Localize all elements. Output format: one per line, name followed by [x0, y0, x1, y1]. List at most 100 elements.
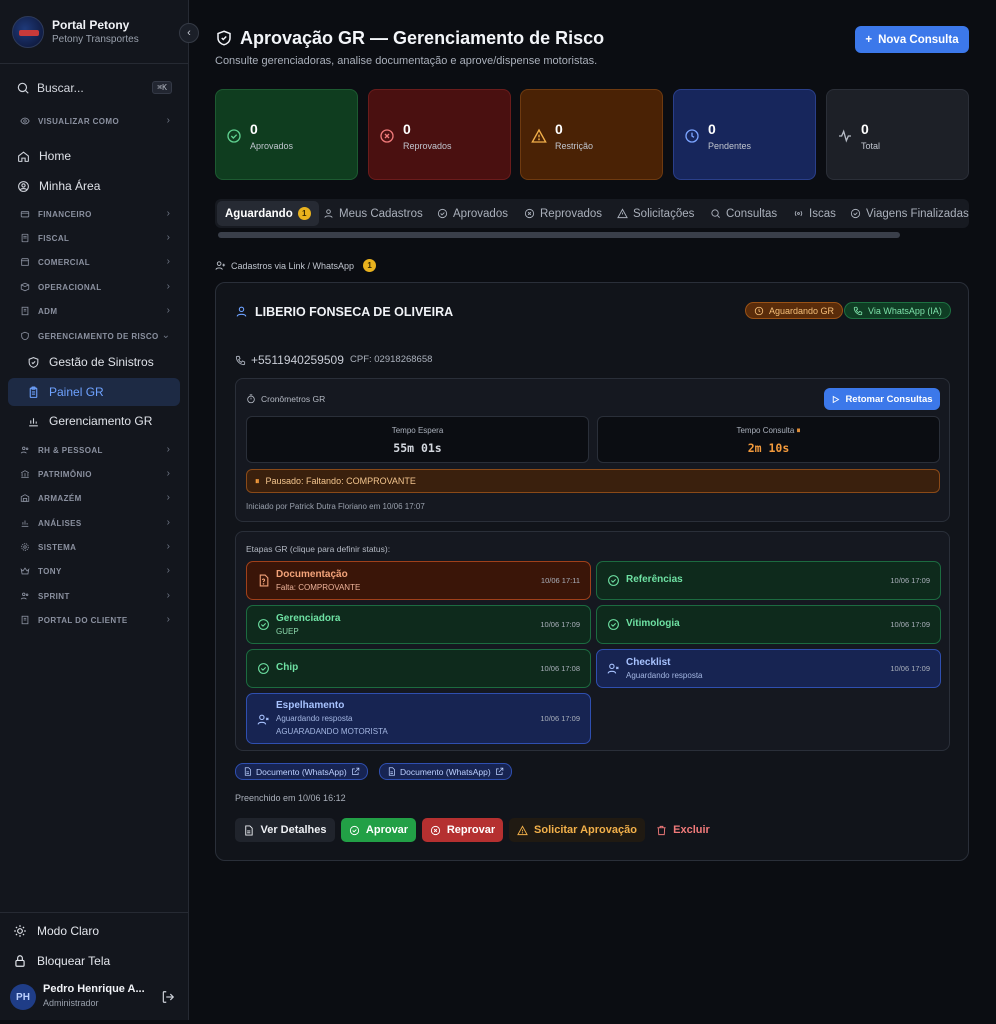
step-referencias[interactable]: Referências 10/06 17:09 [596, 561, 941, 600]
step-time: 10/06 17:09 [540, 620, 580, 629]
sidebar-item-sprint[interactable]: SPRINT › [8, 584, 180, 608]
tab-consultas[interactable]: Consultas [710, 199, 777, 228]
sidebar-item-adm[interactable]: ADM › [8, 299, 180, 323]
x-circle-icon [430, 825, 440, 835]
sidebar-item-operacional[interactable]: OPERACIONAL › [8, 275, 180, 299]
search-icon [17, 82, 29, 94]
aprovar-button[interactable]: Aprovar [341, 818, 416, 842]
tab-aprovados[interactable]: Aprovados [437, 199, 508, 228]
sidebar-item-label: PORTAL DO CLIENTE [38, 615, 128, 625]
avatar: PH [10, 984, 36, 1010]
document-link[interactable]: Documento (WhatsApp) [235, 763, 368, 780]
user-plus-icon [215, 261, 226, 270]
box-icon [18, 280, 32, 294]
retomar-consultas-button[interactable]: Retomar Consultas [824, 388, 940, 410]
sidebar-item-label: FINANCEIRO [38, 209, 92, 219]
step-documentacao[interactable]: Documentação Falta: COMPROVANTE 10/06 17… [246, 561, 591, 600]
status-tabs: Aguardando 1 Meus Cadastros Aprovados Re… [215, 199, 969, 228]
app: Portal Petony Petony Transportes Buscar.… [0, 0, 996, 1024]
step-espelhamento[interactable]: Espelhamento Aguardando resposta AGUARAD… [246, 693, 591, 744]
divider [0, 63, 189, 64]
section-header: Cadastros via Link / WhatsApp 1 [215, 259, 377, 272]
tab-aguardando[interactable]: Aguardando 1 [217, 201, 319, 226]
tabs-scrollbar[interactable] [218, 232, 900, 238]
timer-value: 2m 10s [747, 441, 790, 455]
document-link[interactable]: Documento (WhatsApp) [379, 763, 512, 780]
search-button[interactable]: Buscar... ⌘K [8, 76, 180, 100]
chevron-right-icon: › [166, 541, 170, 552]
tab-iscas[interactable]: Iscas [793, 199, 836, 228]
source-badge: Via WhatsApp (IA) [844, 302, 951, 319]
tab-meus-cadastros[interactable]: Meus Cadastros [323, 199, 423, 228]
sidebar-item-label: TONY [38, 566, 62, 576]
sidebar-item-gerenciamento-de-risco[interactable]: GERENCIAMENTO DE RISCO ⌄ [8, 324, 180, 348]
new-consulta-button[interactable]: + Nova Consulta [855, 26, 969, 53]
logout-icon[interactable] [161, 990, 175, 1004]
sidebar-item-analises[interactable]: ANÁLISES › [8, 511, 180, 535]
solicitar-aprovacao-button[interactable]: Solicitar Aprovação [509, 818, 645, 842]
sidebar-item-visualizar-como[interactable]: VISUALIZAR COMO › [8, 109, 180, 133]
phone-number: +5511940259509 [251, 353, 344, 367]
sidebar-item-portal-do-cliente[interactable]: PORTAL DO CLIENTE › [8, 608, 180, 632]
step-vitimologia[interactable]: Vitimologia 10/06 17:09 [596, 605, 941, 644]
file-icon [244, 767, 251, 776]
step-gerenciadora[interactable]: Gerenciadora GUEP 10/06 17:09 [246, 605, 591, 644]
tab-solicitacoes[interactable]: Solicitações [617, 199, 694, 228]
sidebar-item-comercial[interactable]: COMERCIAL › [8, 250, 180, 274]
collapse-sidebar-button[interactable]: ‹ [179, 23, 199, 43]
sidebar-item-painel-gr[interactable]: Painel GR [8, 378, 180, 406]
step-title: Checklist [626, 657, 671, 668]
chevron-right-icon: › [166, 517, 170, 528]
user-x-icon [607, 663, 619, 674]
chevron-left-icon: ‹ [187, 27, 191, 39]
brand[interactable]: Portal Petony Petony Transportes [12, 14, 182, 50]
tab-label: Aprovados [453, 207, 508, 220]
chevron-right-icon: › [166, 468, 170, 479]
sidebar-item-label: SISTEMA [38, 542, 77, 552]
receipt-icon [18, 231, 32, 245]
started-by: Iniciado por Patrick Dutra Floriano em 1… [246, 502, 425, 511]
lock-screen-button[interactable]: Bloquear Tela [8, 949, 180, 973]
tab-count-badge: 1 [297, 207, 311, 220]
sidebar-item-financeiro[interactable]: FINANCEIRO › [8, 202, 180, 226]
user-profile[interactable]: PH Pedro Henrique A... Administrador [10, 982, 180, 1012]
step-title: Espelhamento [276, 700, 345, 711]
search-label: Buscar... [37, 81, 84, 95]
reprovar-button[interactable]: Reprovar [422, 818, 503, 842]
step-detail-2: AGUARADANDO MOTORISTA [276, 727, 388, 736]
sidebar-item-gerenciamento-gr[interactable]: Gerenciamento GR [8, 409, 180, 433]
tab-viagens-finalizadas[interactable]: Viagens Finalizadas [850, 199, 969, 228]
sidebar-item-label: ANÁLISES [38, 518, 82, 528]
sidebar-item-label: Minha Área [39, 179, 101, 193]
sidebar-item-gestao-de-sinistros[interactable]: Gestão de Sinistros [8, 350, 180, 374]
step-chip[interactable]: Chip 10/06 17:08 [246, 649, 591, 688]
step-title: Vitimologia [626, 618, 680, 629]
cronometros-panel: Cronômetros GR Retomar Consultas Tempo E… [235, 378, 950, 522]
sidebar-item-home[interactable]: Home [8, 144, 180, 168]
clock-icon [754, 306, 764, 315]
sidebar-item-armazem[interactable]: ARMAZÉM › [8, 486, 180, 510]
ver-detalhes-button[interactable]: Ver Detalhes [235, 818, 335, 842]
sidebar-item-sistema[interactable]: SISTEMA › [8, 535, 180, 559]
filled-date: Preenchido em 10/06 16:12 [235, 793, 346, 803]
tab-label: Consultas [726, 207, 778, 220]
theme-toggle[interactable]: Modo Claro [8, 919, 180, 943]
step-checklist[interactable]: Checklist Aguardando resposta 10/06 17:0… [596, 649, 941, 688]
sidebar-item-minha-area[interactable]: Minha Área [8, 174, 180, 198]
building-icon [18, 304, 32, 318]
sidebar-item-patrimonio[interactable]: PATRIMÔNIO › [8, 462, 180, 486]
sidebar-item-label: RH & PESSOAL [38, 445, 103, 455]
check-circle-icon [437, 208, 448, 219]
sidebar-item-label: GERENCIAMENTO DE RISCO [38, 331, 159, 341]
sidebar-item-tony[interactable]: TONY › [8, 559, 180, 583]
search-shortcut: ⌘K [152, 81, 172, 94]
store-icon [18, 255, 32, 269]
sidebar-item-rh-pessoal[interactable]: RH & PESSOAL › [8, 438, 180, 462]
excluir-button[interactable]: Excluir [652, 818, 714, 842]
stat-card-aprovados: 0 Aprovados [215, 89, 358, 180]
step-detail: GUEP [276, 627, 299, 636]
chevron-right-icon: › [166, 256, 170, 267]
sidebar-item-fiscal[interactable]: FISCAL › [8, 226, 180, 250]
tab-reprovados[interactable]: Reprovados [524, 199, 602, 228]
tab-label: Viagens Finalizadas [866, 207, 969, 220]
